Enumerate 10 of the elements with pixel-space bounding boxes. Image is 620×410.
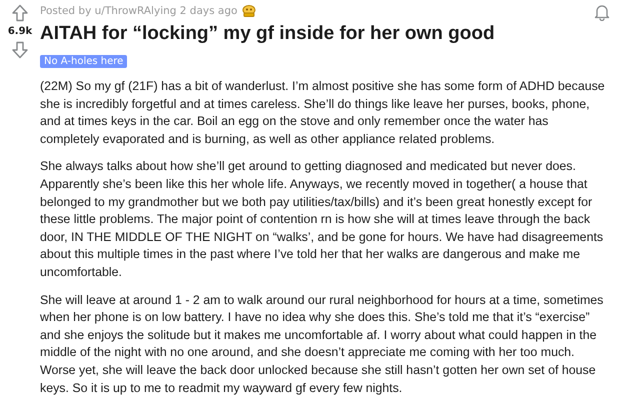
post-paragraph: She always talks about how she’ll get around to getting diagnosed and medicated but never does. Apparently she’s been like this her whole life. Anyways, we recently moved in together( a house that belonged to my grandmother but we both pay utilities/tax/bills) and it’s been great honestly except for these little problems. The major point of contention rn is how she will at times leave through the back door, IN THE MIDDLE OF THE NIGHT on “walks’, and be gone for hours. We have had disagreements about this multiple times in the past where I’ve told her that her walks are dangerous and make me uncomfortable.: [40, 158, 604, 281]
vote-count: 6.9k: [8, 26, 32, 37]
downvote-icon[interactable]: [11, 41, 29, 59]
post-paragraph: (22M) So my gf (21F) has a bit of wanderlust. I’m almost positive she has some form of ADHD because she is incredibly forgetful and at times careless. She’ll do things like leave her purses, books, phone, and at times keys in the car. Boil an egg on the stove and only remember once the water has completely evaporated and is burning, as well as other appliance related problems.: [40, 78, 606, 148]
award-icon: [241, 4, 258, 18]
upvote-icon[interactable]: [11, 4, 29, 22]
notification-bell-icon[interactable]: [594, 3, 610, 21]
post-title[interactable]: AITAH for “locking” my gf inside for her own good: [40, 23, 608, 45]
post-paragraph: She will leave at around 1 - 2 am to walk around our rural neighborhood for hours at a time, sometimes when her phone is on low battery. I have no idea why she does this. She’s told me that it’s “exercise” and she enjoys the solitude but it makes me uncomfortable af. I worry about what could happen in the middle of the night with no one around, and she doesn’t appreciate me coming with her too much. Worse yet, she will leave the back door unlocked because she still hasn’t gotten her own set of house keys. So it is up to me to readmit my wayward gf every few nights.: [40, 292, 604, 397]
post-meta: Posted by u/ThrowRAlying 2 days ago: [40, 5, 238, 17]
